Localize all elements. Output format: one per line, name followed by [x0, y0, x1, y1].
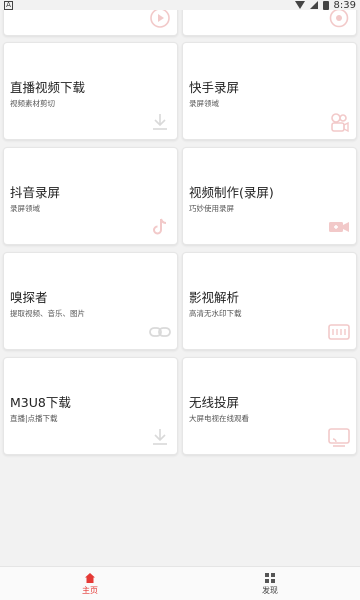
card-live-download[interactable]: 直播视频下载 视频素材剪切 — [3, 42, 178, 140]
kuaishou-camera-icon — [328, 111, 350, 133]
card-title: 抖音录屏 — [10, 185, 61, 200]
card-sniffer[interactable]: 嗅探者 提取视频、音乐、图片 — [3, 252, 178, 350]
card-subtitle: 高清无水印下载 — [189, 309, 242, 318]
video-camera-icon — [328, 216, 350, 238]
card-subtitle: 录屏领域 — [189, 99, 219, 108]
card-kuaishou[interactable]: 快手录屏 录屏领域 — [182, 42, 357, 140]
download-icon — [149, 111, 171, 133]
card-m3u8[interactable]: M3U8下载 直播|点播下载 — [3, 357, 178, 455]
card-title: 无线投屏 — [189, 395, 240, 410]
card-title: 视频制作(录屏) — [189, 185, 274, 200]
wifi-icon — [294, 1, 305, 9]
card-cast[interactable]: 无线投屏 大屏电视在线观看 — [182, 357, 357, 455]
card-subtitle: 提取视频、音乐、图片 — [10, 309, 85, 318]
signal-icon — [309, 1, 318, 9]
link-icon — [149, 321, 171, 343]
nav-discover[interactable]: 发现 — [180, 567, 360, 600]
feature-grid: 直播视频下载 视频素材剪切 快手录屏 录屏领域 抖音录屏 录屏领域 视频制作(录… — [0, 0, 360, 566]
card-title: 嗅探者 — [10, 290, 48, 305]
cast-icon — [328, 426, 350, 448]
home-icon — [85, 572, 95, 583]
card-video-make[interactable]: 视频制作(录屏) 巧妙使用录屏 — [182, 147, 357, 245]
tiktok-icon — [149, 216, 171, 238]
nav-discover-label: 发现 — [262, 585, 278, 595]
card-subtitle: 大屏电视在线观看 — [189, 414, 249, 423]
nav-home-label: 主页 — [82, 585, 98, 595]
card-parse[interactable]: 影视解析 高清无水印下载 — [182, 252, 357, 350]
status-bar: A 8:39 — [0, 0, 360, 11]
card-subtitle: 录屏领域 — [10, 204, 40, 213]
bottom-nav: 主页 发现 — [0, 566, 360, 600]
card-title: 直播视频下载 — [10, 80, 86, 95]
card-subtitle: 直播|点播下载 — [10, 414, 58, 423]
film-icon — [328, 321, 350, 343]
nav-home[interactable]: 主页 — [0, 567, 180, 600]
app-notification-icon: A — [4, 0, 13, 10]
card-title: M3U8下载 — [10, 395, 71, 410]
download-icon — [149, 426, 171, 448]
battery-icon — [322, 0, 329, 10]
grid-icon — [265, 572, 275, 583]
card-subtitle: 巧妙使用录屏 — [189, 204, 234, 213]
video-play-icon — [149, 7, 171, 29]
status-time: 8:39 — [333, 0, 356, 11]
card-subtitle: 视频素材剪切 — [10, 99, 55, 108]
card-title: 影视解析 — [189, 290, 240, 305]
card-douyin[interactable]: 抖音录屏 录屏领域 — [3, 147, 178, 245]
card-title: 快手录屏 — [189, 80, 240, 95]
